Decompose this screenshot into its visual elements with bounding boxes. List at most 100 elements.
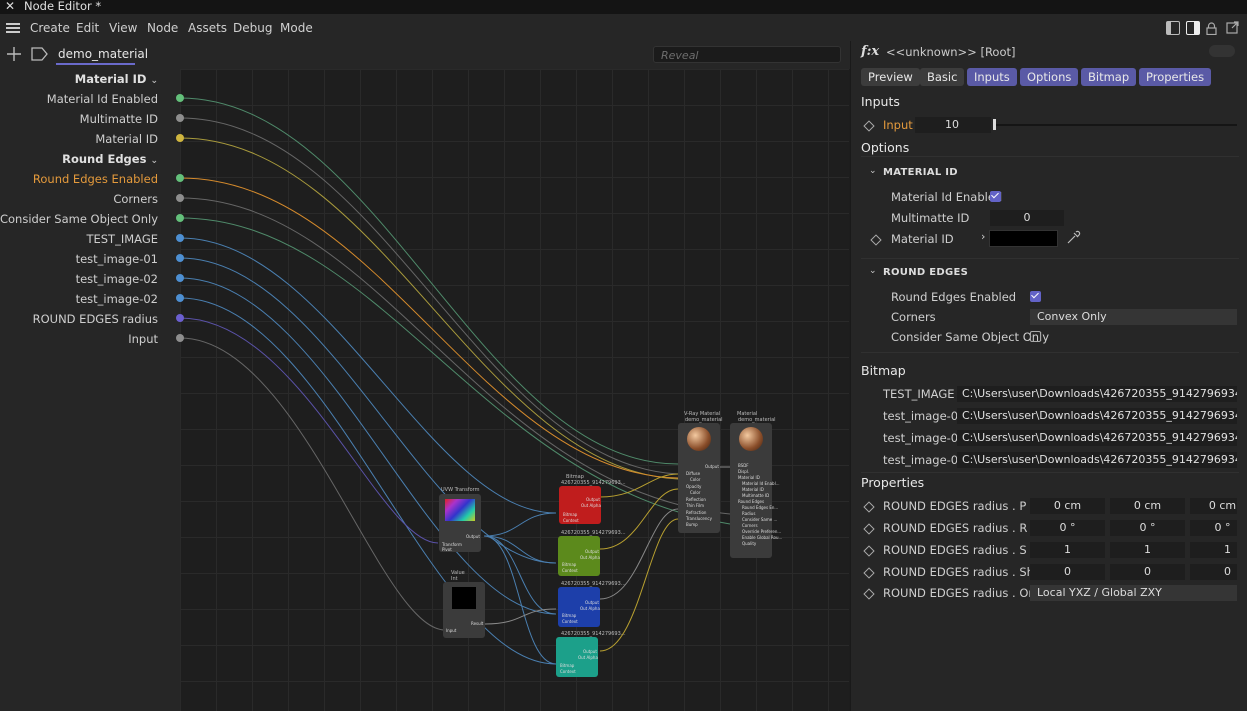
tab-preview[interactable]: Preview (861, 68, 920, 86)
radius-sh-x-field[interactable]: 0 (1030, 564, 1105, 580)
keyframe-diamond-icon[interactable] (870, 234, 882, 246)
node-canvas[interactable]: Output Transform Pivot UVW Transform Val… (180, 69, 849, 711)
port-dot-material-id[interactable] (176, 134, 184, 142)
menu-mode[interactable]: Mode (280, 21, 313, 35)
bitmap-path-test-image-02b[interactable]: C:\Users\user\Downloads\426720355_914279… (957, 452, 1237, 468)
input-value-field[interactable]: 10 (915, 117, 991, 133)
keyframe-diamond-icon[interactable] (863, 120, 875, 132)
bitmap-node-blue[interactable]: Output Out Alpha Bitmap Context (558, 587, 600, 627)
keyframe-diamond-icon[interactable] (863, 588, 875, 600)
input-label: Input (883, 118, 913, 132)
tab-properties[interactable]: Properties (1139, 68, 1212, 86)
port-dot-material-id-enabled[interactable] (176, 94, 184, 102)
keyframe-diamond-icon[interactable] (863, 545, 875, 557)
bitmap-port-context: Context (560, 669, 576, 674)
radius-p-y-field[interactable]: 0 cm (1110, 498, 1185, 514)
radius-order-dropdown[interactable]: Local YXZ / Global ZXY (1030, 585, 1237, 601)
tab-demo-material[interactable]: demo_material (58, 47, 148, 61)
port-dot-consider-same[interactable] (176, 214, 184, 222)
bitmap-node-teal[interactable]: Output Out Alpha Bitmap Context (556, 637, 598, 677)
material-id-enabled-checkbox[interactable] (990, 191, 1001, 202)
lock-icon[interactable] (1206, 22, 1217, 36)
layout-right-icon[interactable] (1186, 21, 1200, 35)
radius-r-y-field[interactable]: 0 ° (1110, 520, 1185, 536)
bitmap-port-bitmap: Bitmap (563, 512, 578, 517)
layout-left-icon[interactable] (1166, 21, 1180, 35)
menu-view[interactable]: View (109, 21, 137, 35)
port-dot-corners[interactable] (176, 194, 184, 202)
reveal-search-input[interactable]: Reveal (653, 46, 841, 63)
vmat-port-diffuse: Diffuse (686, 471, 701, 476)
port-dot-input[interactable] (176, 334, 184, 342)
corners-dropdown[interactable]: Convex Only (1030, 309, 1237, 325)
tab-basic[interactable]: Basic (920, 68, 965, 86)
keyframe-diamond-icon[interactable] (863, 567, 875, 579)
panel-toggle-switch[interactable] (1209, 45, 1235, 57)
port-dot-round-edges-enabled[interactable] (176, 174, 184, 182)
bitmap-path-test-image[interactable]: C:\Users\user\Downloads\426720355_914279… (957, 386, 1237, 402)
material-id-enabled-label: Material Id Enabled (891, 190, 1003, 204)
uvw-transform-node[interactable]: Output Transform Pivot (439, 494, 481, 552)
menu-node[interactable]: Node (147, 21, 178, 35)
tab-inputs[interactable]: Inputs (967, 68, 1017, 86)
port-round-edges-enabled: Round Edges Enabled (32, 172, 158, 186)
consider-same-object-checkbox[interactable] (1030, 331, 1041, 342)
round-edges-enabled-checkbox[interactable] (1030, 291, 1041, 302)
radius-s-y-field[interactable]: 1 (1110, 542, 1185, 558)
section-round-edges[interactable]: Round Edges ⌄ (62, 152, 158, 166)
round-edges-group-header[interactable]: ROUND EDGES (883, 267, 968, 278)
port-dot-test-image[interactable] (176, 234, 184, 242)
popout-icon[interactable] (1226, 21, 1239, 34)
radius-p-z-field[interactable]: 0 cm (1190, 498, 1237, 514)
value-port-result: Result (471, 621, 484, 626)
menu-assets[interactable]: Assets (188, 21, 227, 35)
radius-r-z-field[interactable]: 0 ° (1190, 520, 1237, 536)
port-multimatte-id: Multimatte ID (79, 112, 158, 126)
vmat-port-reflection: Reflection (686, 497, 706, 502)
close-icon[interactable]: ✕ (5, 0, 15, 13)
keyframe-diamond-icon[interactable] (863, 523, 875, 535)
chevron-right-icon[interactable]: › (981, 230, 985, 243)
material-output-node[interactable]: BSDF Displ. Material ID Material Id Enab… (730, 423, 782, 558)
tab-options[interactable]: Options (1020, 68, 1079, 86)
bitmap-node-red[interactable]: Output Out Alpha Bitmap Context (559, 486, 601, 524)
hamburger-menu-icon[interactable] (6, 23, 20, 33)
radius-s-z-field[interactable]: 1 (1190, 542, 1237, 558)
value-int-node[interactable]: Result Input (443, 582, 485, 638)
add-icon[interactable] (6, 46, 22, 62)
vmat-port-color: Color (690, 477, 701, 482)
radius-s-x-field[interactable]: 1 (1030, 542, 1105, 558)
vray-material-node[interactable]: Output Diffuse Color Opacity Color Refle… (678, 423, 720, 533)
menu-edit[interactable]: Edit (76, 21, 99, 35)
radius-r-x-field[interactable]: 0 ° (1030, 520, 1105, 536)
section-material-id[interactable]: Material ID ⌄ (75, 72, 158, 86)
port-dot-test-image-01[interactable] (176, 254, 184, 262)
eyedropper-icon[interactable] (1066, 230, 1081, 245)
tab-bitmap[interactable]: Bitmap (1081, 68, 1137, 86)
radius-r-label: ROUND EDGES radius . R (883, 521, 1028, 535)
material-preview-sphere (687, 427, 711, 451)
menu-create[interactable]: Create (30, 21, 70, 35)
bitmap-label-test-image: TEST_IMAGE (883, 387, 955, 401)
port-dot-round-edges-radius[interactable] (176, 314, 184, 322)
material-id-color-swatch[interactable] (989, 230, 1058, 247)
menu-debug[interactable]: Debug (233, 21, 272, 35)
bitmap-path-test-image-02[interactable]: C:\Users\user\Downloads\426720355_914279… (957, 430, 1237, 446)
radius-p-x-field[interactable]: 0 cm (1030, 498, 1105, 514)
port-dot-multimatte-id[interactable] (176, 114, 184, 122)
input-slider-track[interactable] (993, 124, 1237, 126)
chevron-down-icon[interactable]: ⌄ (869, 166, 877, 176)
bitmap-node-green[interactable]: Output Out Alpha Bitmap Context (558, 536, 600, 576)
multimatte-id-label: Multimatte ID (891, 211, 970, 225)
chevron-down-icon[interactable]: ⌄ (869, 266, 877, 276)
port-dot-test-image-02b[interactable] (176, 294, 184, 302)
input-slider-handle[interactable] (993, 119, 996, 130)
port-dot-test-image-02[interactable] (176, 274, 184, 282)
tag-icon[interactable] (31, 47, 49, 61)
keyframe-diamond-icon[interactable] (863, 501, 875, 513)
multimatte-id-field[interactable]: 0 (990, 210, 1064, 226)
bitmap-path-test-image-01[interactable]: C:\Users\user\Downloads\426720355_914279… (957, 408, 1237, 424)
radius-sh-y-field[interactable]: 0 (1110, 564, 1185, 580)
material-id-group-header[interactable]: MATERIAL ID (883, 167, 958, 178)
radius-sh-z-field[interactable]: 0 (1190, 564, 1237, 580)
